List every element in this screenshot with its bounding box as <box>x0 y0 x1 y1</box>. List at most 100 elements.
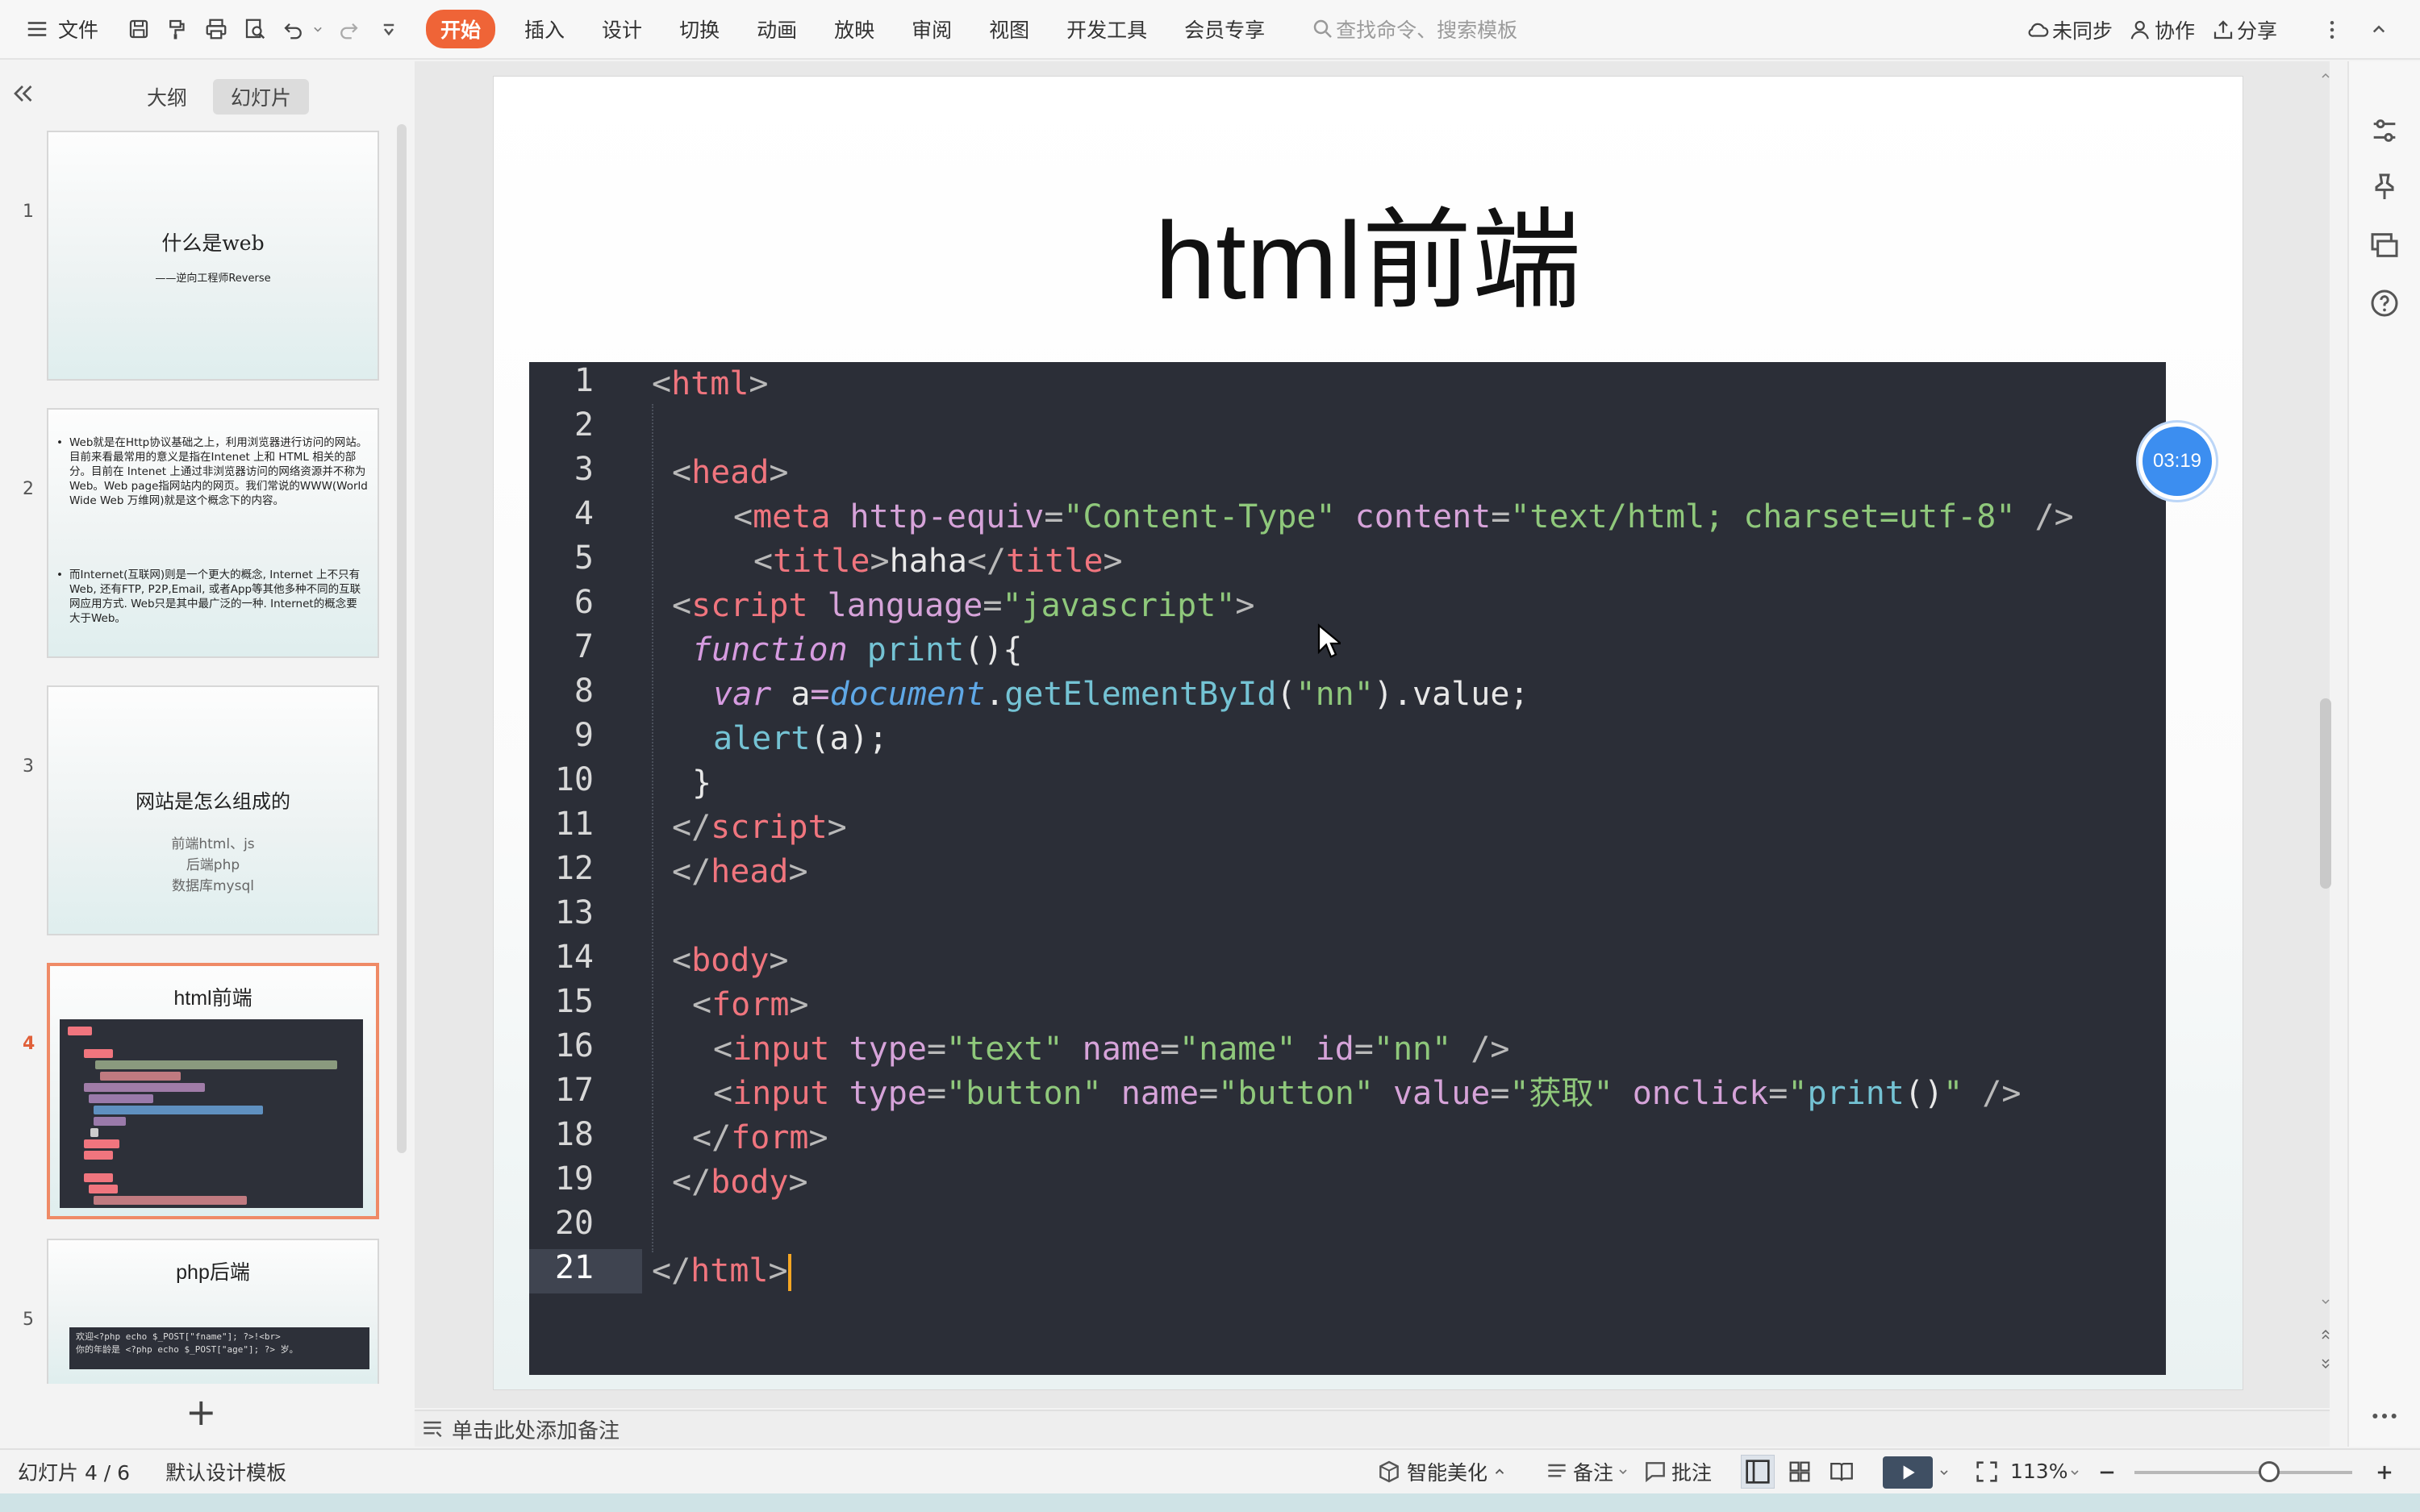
person-icon <box>2127 14 2155 46</box>
comment-icon <box>1646 1462 1665 1483</box>
tab-insert[interactable]: 插入 <box>524 15 565 44</box>
slide-thumbnail-2[interactable]: • Web就是在Http协议基础之上，利用浏览器进行访问的网站。目前来看最常用的… <box>47 408 379 658</box>
scrollbar-thumb[interactable] <box>2320 698 2331 889</box>
play-options-chevron-icon[interactable] <box>1938 1466 1951 1479</box>
thumbnail-bullet-2: • 而Internet(互联网)则是一个更大的概念, Internet 上不只有… <box>56 568 368 626</box>
cloud-icon <box>2025 14 2052 46</box>
tab-animations[interactable]: 动画 <box>757 15 797 44</box>
code-token: > <box>769 454 789 491</box>
slide-title[interactable]: html前端 <box>494 172 2243 331</box>
slide-number: 2 <box>23 479 34 499</box>
slide-thumbnail-3[interactable]: 网站是怎么组成的 前端html、js 后端php 数据库mysql <box>47 685 379 935</box>
canvas-vertical-scrollbar[interactable] <box>2317 61 2334 1408</box>
zoom-value[interactable]: 113% <box>2010 1460 2067 1483</box>
slide-thumbnail-5[interactable]: php后端 欢迎<?php echo $_POST["fname"]; ?>!<… <box>47 1239 379 1384</box>
zoom-dropdown-icon[interactable] <box>2068 1466 2081 1479</box>
code-token: = <box>1491 498 1511 535</box>
collapse-panel-icon[interactable] <box>8 79 37 108</box>
code-line-mark <box>84 1049 113 1058</box>
tab-slides[interactable]: 幻灯片 <box>213 79 310 115</box>
template-name[interactable]: 默认设计模板 <box>165 1457 286 1486</box>
tab-review[interactable]: 审阅 <box>912 15 952 44</box>
tab-slideshow[interactable]: 放映 <box>834 15 874 44</box>
collaborate-button[interactable]: 协作 <box>2127 14 2195 46</box>
print-preview-icon[interactable] <box>239 13 271 45</box>
pin-icon[interactable] <box>2368 171 2401 203</box>
code-token: "name" <box>1179 1031 1296 1068</box>
zoom-out-icon[interactable] <box>2096 1461 2118 1484</box>
thumbnail-scrollbar[interactable] <box>397 124 407 1153</box>
tab-developer[interactable]: 开发工具 <box>1066 15 1147 44</box>
redo-icon[interactable] <box>332 13 365 45</box>
current-slide[interactable]: html前端 1 2 3 4 5 6 7 8 9 10 11 12 13 14 … <box>493 76 2243 1390</box>
code-token: value <box>1373 1075 1491 1112</box>
line-number-gutter: 1 2 3 4 5 6 7 8 9 10 11 12 13 14 15 16 1… <box>529 362 642 1375</box>
timer-badge[interactable]: 03:19 <box>2138 423 2216 500</box>
code-token: print <box>1807 1075 1905 1112</box>
slide-number: 1 <box>23 202 34 222</box>
code-token: < <box>733 498 753 535</box>
tab-home[interactable]: 开始 <box>426 10 496 48</box>
code-line: <head> <box>672 451 789 495</box>
code-token: = <box>1044 498 1064 535</box>
format-painter-icon[interactable] <box>161 13 194 45</box>
smart-beautify-button[interactable]: 智能美化 <box>1376 1457 1507 1486</box>
slide-thumbnail-4[interactable]: html前端 <box>47 963 379 1219</box>
slide-thumbnail-1[interactable]: 什么是web ——逆向工程师Reverse <box>47 131 379 381</box>
thumbnail-row: 1 什么是web ——逆向工程师Reverse <box>0 131 413 389</box>
command-search[interactable]: 查找命令、搜索模板 <box>1310 13 1517 45</box>
code-line-mark <box>84 1151 113 1160</box>
code-token: "nn" <box>1373 1031 1452 1068</box>
zoom-in-icon[interactable] <box>2373 1461 2396 1484</box>
previous-slide-icon[interactable] <box>2319 1326 2332 1343</box>
undo-dropdown-icon[interactable] <box>310 13 326 45</box>
notes-toggle-button[interactable]: 备注 <box>1544 1457 1629 1486</box>
scroll-up-icon[interactable] <box>2319 69 2332 82</box>
code-token: form <box>711 986 790 1023</box>
settings-sliders-icon[interactable] <box>2368 115 2401 147</box>
undo-icon[interactable] <box>277 13 310 45</box>
zoom-slider[interactable] <box>2134 1461 2352 1482</box>
search-placeholder: 查找命令、搜索模板 <box>1336 19 1518 42</box>
play-slideshow-button[interactable] <box>1883 1456 1933 1489</box>
code-token: function <box>692 631 848 669</box>
save-icon[interactable] <box>123 13 155 45</box>
code-line-mark <box>84 1139 119 1148</box>
code-token: /> <box>1963 1075 2022 1112</box>
add-slide-icon[interactable]: + <box>186 1390 217 1434</box>
next-slide-icon[interactable] <box>2319 1355 2332 1372</box>
slide-layout-icon[interactable] <box>2368 229 2401 261</box>
more-options-icon[interactable] <box>2316 14 2348 46</box>
tab-view[interactable]: 视图 <box>989 15 1029 44</box>
reading-view-icon[interactable] <box>1828 1458 1855 1485</box>
collapse-ribbon-icon[interactable] <box>2363 14 2395 46</box>
code-token: haha <box>889 543 967 580</box>
zoom-slider-knob[interactable] <box>2259 1461 2280 1482</box>
file-menu-button[interactable]: 文件 <box>21 13 98 45</box>
code-image[interactable]: 1 2 3 4 5 6 7 8 9 10 11 12 13 14 15 16 1… <box>529 362 2166 1375</box>
code-token: < <box>692 986 712 1023</box>
fit-to-window-icon[interactable] <box>1973 1458 2001 1485</box>
normal-view-button[interactable] <box>1741 1455 1775 1489</box>
code-token: /> <box>1451 1031 1510 1068</box>
help-icon[interactable] <box>2368 287 2401 319</box>
comments-button[interactable]: 批注 <box>1642 1457 1712 1486</box>
code-line: var a=document.getElementById("nn").valu… <box>713 673 1529 717</box>
more-horizontal-icon[interactable] <box>2368 1400 2401 1432</box>
tab-transitions[interactable]: 切换 <box>679 15 720 44</box>
code-line: <meta http-equiv="Content-Type" content=… <box>733 495 2074 539</box>
code-token: a <box>771 676 811 713</box>
customize-toolbar-icon[interactable] <box>373 13 405 45</box>
tab-member[interactable]: 会员专享 <box>1184 15 1265 44</box>
notes-toggle-icon <box>1548 1464 1566 1477</box>
line-number: 9 <box>574 717 594 754</box>
sync-status-button[interactable]: 未同步 <box>2025 14 2113 46</box>
tab-design[interactable]: 设计 <box>602 15 642 44</box>
share-button[interactable]: 分享 <box>2209 14 2277 46</box>
tab-outline[interactable]: 大纲 <box>129 79 205 115</box>
grid-view-icon[interactable] <box>1786 1458 1813 1485</box>
notes-bar[interactable]: 单击此处添加备注 <box>415 1410 2330 1447</box>
scroll-down-icon[interactable] <box>2319 1295 2332 1308</box>
print-icon[interactable] <box>200 13 232 45</box>
code-token: body <box>711 1164 789 1201</box>
